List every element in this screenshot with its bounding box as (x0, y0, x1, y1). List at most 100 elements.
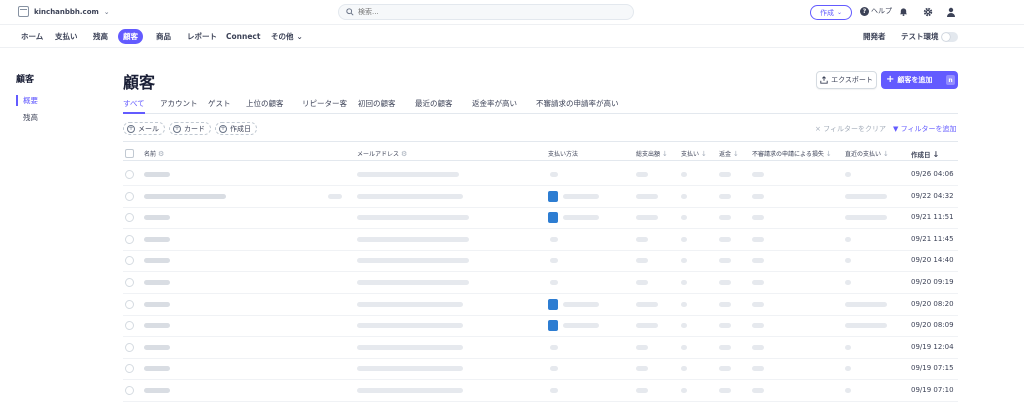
column-created[interactable]: 作成日 ↓ (911, 149, 939, 160)
add-filter-button[interactable]: ▼ フィルターを追加 (893, 124, 957, 134)
row-checkbox[interactable] (125, 299, 134, 309)
payments-count-redacted (681, 236, 687, 242)
payments-count-redacted (681, 193, 687, 199)
filter-created[interactable]: + 作成日 (215, 122, 257, 135)
filter-icon: ▼ (893, 125, 899, 133)
create-button[interactable]: 作成 ⌄ (810, 5, 852, 20)
payments-count-redacted (681, 215, 687, 221)
row-checkbox[interactable] (125, 256, 134, 266)
table-row[interactable]: 09/19 12:04 (123, 337, 958, 359)
row-checkbox[interactable] (125, 170, 134, 179)
add-customer-button[interactable]: + 顧客を追加 n (881, 71, 958, 89)
created-date: 09/20 14:40 (911, 256, 954, 265)
table-row[interactable]: 09/20 14:40 (123, 250, 958, 273)
search-bar[interactable] (338, 4, 634, 20)
select-all-checkbox[interactable] (125, 149, 134, 158)
tab-accounts[interactable]: アカウント (160, 98, 198, 114)
refunds-redacted (719, 388, 731, 393)
filter-email[interactable]: + メール (123, 122, 165, 135)
help-button[interactable]: ? ヘルプ (860, 6, 892, 16)
search-input[interactable] (358, 8, 618, 16)
tab-high-refunds[interactable]: 返金率が高い (472, 98, 517, 114)
table-row[interactable]: 09/26 04:06 (123, 164, 958, 186)
row-checkbox[interactable] (125, 191, 134, 201)
column-refunds[interactable]: 返金 ↓ (719, 149, 739, 159)
column-name[interactable]: 名前 ⚙ (144, 149, 164, 159)
nav-developers[interactable]: 開発者 (860, 29, 889, 44)
column-total-spend-label: 総支出額 (636, 151, 661, 158)
nav-home[interactable]: ホーム (18, 29, 46, 44)
column-payments-label: 支払い (681, 151, 700, 158)
filter-card[interactable]: + カード (169, 122, 211, 135)
gear-icon[interactable] (922, 6, 933, 17)
payments-count-redacted (681, 366, 687, 372)
row-checkbox[interactable] (125, 213, 134, 223)
row-checkbox[interactable] (125, 321, 134, 331)
nav-balances[interactable]: 残高 (90, 29, 111, 44)
nav-more[interactable]: その他 ⌄ (268, 29, 306, 44)
dispute-losses-redacted (752, 344, 764, 350)
customer-name-redacted (144, 388, 170, 393)
tab-all[interactable]: すべて (123, 98, 145, 114)
table-row[interactable]: 09/22 04:32 (123, 186, 958, 208)
search-icon (346, 8, 354, 16)
total-spend-redacted (636, 323, 658, 329)
plus-icon: + (886, 74, 895, 85)
table-row[interactable]: 09/20 08:09 (123, 315, 958, 338)
tab-repeat-customers[interactable]: リピーター客 (302, 98, 347, 114)
table-row[interactable]: 09/20 09:19 (123, 272, 958, 294)
export-icon (820, 76, 828, 84)
nav-payments[interactable]: 支払い (52, 29, 81, 44)
table-row[interactable]: 09/19 07:10 (123, 380, 958, 402)
row-checkbox[interactable] (125, 234, 134, 244)
total-spend-redacted (636, 366, 648, 372)
refunds-redacted (719, 323, 731, 329)
refunds-redacted (719, 172, 731, 177)
last-payment-redacted (845, 280, 851, 285)
tab-first-time[interactable]: 初回の顧客 (358, 98, 396, 114)
user-icon[interactable] (945, 6, 956, 17)
nav-products[interactable]: 商品 (153, 29, 174, 44)
column-dispute-losses-label: 不審請求の申請による損失 (752, 151, 824, 158)
top-bar: kinchanbbh.com ⌄ 作成 ⌄ ? ヘルプ (0, 0, 1024, 25)
total-spend-redacted (636, 172, 648, 177)
row-checkbox[interactable] (125, 278, 134, 287)
card-brand-icon (548, 320, 558, 332)
tab-recent[interactable]: 最近の顧客 (415, 98, 453, 114)
filter-email-label: メール (138, 124, 159, 133)
table-row[interactable]: 09/20 08:20 (123, 294, 958, 316)
column-last-payment[interactable]: 直近の支払い ↓ (845, 149, 889, 159)
clear-filters-button[interactable]: × フィルターをクリア (815, 124, 886, 134)
customer-name-redacted (144, 172, 170, 177)
table-row[interactable]: 09/19 07:15 (123, 358, 958, 381)
row-checkbox[interactable] (125, 386, 134, 395)
bell-icon[interactable] (898, 6, 909, 17)
row-checkbox[interactable] (125, 364, 134, 374)
dispute-losses-redacted (752, 236, 764, 242)
table-row[interactable]: 09/21 11:45 (123, 229, 958, 251)
row-checkbox[interactable] (125, 342, 134, 352)
table-row[interactable]: 09/21 11:51 (123, 207, 958, 230)
tab-guests[interactable]: ゲスト (208, 98, 231, 114)
payment-method-empty (550, 236, 558, 242)
test-mode-toggle[interactable] (941, 32, 958, 42)
created-date: 09/19 07:15 (911, 364, 954, 373)
shortcut-key: n (946, 75, 955, 85)
export-button[interactable]: エクスポート (816, 71, 877, 89)
column-total-spend[interactable]: 総支出額 ↓ (636, 149, 668, 159)
payments-count-redacted (681, 258, 687, 264)
sidebar-item-overview[interactable]: 概要 (16, 95, 38, 106)
nav-reports[interactable]: レポート (184, 29, 220, 44)
column-email[interactable]: メールアドレス ⚙ (357, 149, 407, 159)
created-date: 09/20 08:09 (911, 321, 954, 330)
account-switcher[interactable]: kinchanbbh.com ⌄ (18, 6, 110, 17)
nav-connect[interactable]: Connect (223, 29, 263, 44)
sidebar-item-balances[interactable]: 残高 (16, 112, 38, 123)
nav-customers[interactable]: 顧客 (118, 29, 143, 44)
customer-email-redacted (357, 172, 459, 177)
column-payments[interactable]: 支払い ↓ (681, 149, 707, 159)
tab-high-disputes[interactable]: 不審請求の申請率が高い (536, 98, 619, 114)
customer-email-redacted (357, 344, 463, 350)
tab-top-customers[interactable]: 上位の顧客 (246, 98, 284, 114)
column-dispute-losses[interactable]: 不審請求の申請による損失 ↓ (752, 149, 832, 159)
